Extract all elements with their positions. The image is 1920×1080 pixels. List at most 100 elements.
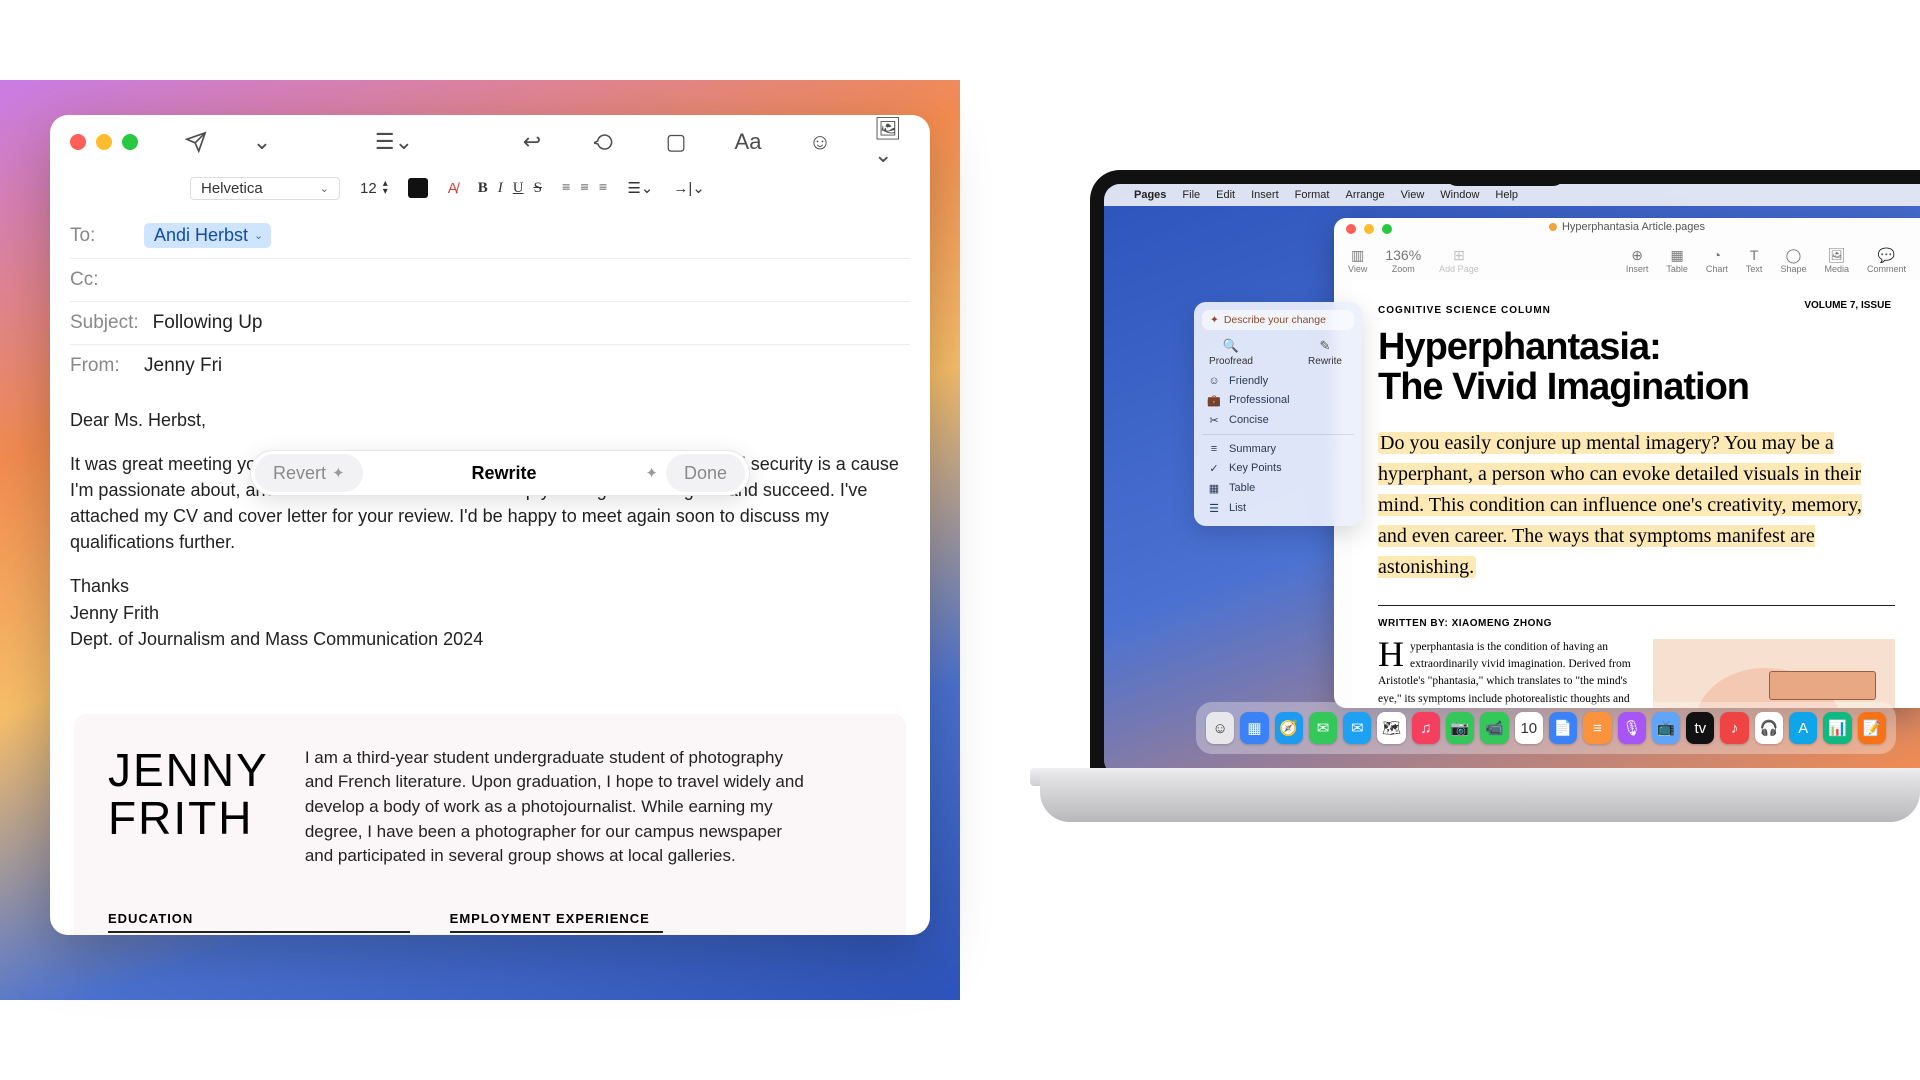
option-friendly[interactable]: ☺Friendly [1202, 371, 1354, 390]
article-illustration: ❤ [1653, 639, 1895, 708]
dock-app-16[interactable]: 🎧 [1755, 712, 1783, 744]
dock-app-14[interactable]: tv [1686, 712, 1714, 744]
email-body[interactable]: Dear Ms. Herbst, It was great meeting yo… [50, 387, 930, 690]
minimize-icon[interactable] [1364, 224, 1374, 234]
align-right-icon[interactable]: ≡ [599, 180, 607, 197]
add-page-button[interactable]: ⊞Add Page [1439, 247, 1479, 274]
document-page[interactable]: COGNITIVE SCIENCE COLUMN VOLUME 7, ISSUE… [1352, 280, 1920, 708]
rewrite-button[interactable]: ✎Rewrite [1298, 338, 1352, 367]
dock-app-0[interactable]: ☺ [1206, 712, 1234, 744]
dock-app-2[interactable]: 🧭 [1275, 712, 1303, 744]
option-summary[interactable]: ≡Summary [1202, 439, 1354, 458]
macbook: Pages File Edit Insert Format Arrange Vi… [1090, 170, 1920, 930]
table-button[interactable]: ▦Table [1666, 247, 1688, 274]
media-button[interactable]: 🖼Media [1824, 247, 1849, 274]
photo-icon[interactable]: 🖼⌄ [874, 124, 910, 160]
option-list[interactable]: ☰List [1202, 498, 1354, 518]
option-keypoints[interactable]: ✓Key Points [1202, 458, 1354, 478]
dock-app-12[interactable]: 🎙 [1618, 712, 1646, 744]
list-icon[interactable]: ☰⌄ [627, 179, 653, 197]
insert-button[interactable]: ⊕Insert [1626, 247, 1649, 274]
dock-app-3[interactable]: ✉ [1309, 712, 1337, 744]
cv-name: JENNY FRITH [108, 746, 269, 869]
attach-icon[interactable] [586, 124, 622, 160]
zoom-button[interactable]: 136%Zoom [1385, 247, 1421, 274]
menu-insert[interactable]: Insert [1251, 189, 1279, 201]
zoom-icon[interactable] [1382, 224, 1392, 234]
chart-button[interactable]: ◔Chart [1706, 247, 1728, 274]
close-icon[interactable] [70, 134, 86, 150]
align-left-icon[interactable]: ≡ [562, 180, 570, 197]
cv-education: EDUCATION Expected June 2024 BACHELOR OF… [108, 911, 410, 935]
menu-window[interactable]: Window [1440, 189, 1479, 201]
dock-app-1[interactable]: ▦ [1240, 712, 1268, 744]
clear-style-icon[interactable]: A̸ [448, 180, 458, 197]
header-fields-icon[interactable]: ☰⌄ [376, 124, 412, 160]
app-name[interactable]: Pages [1134, 189, 1166, 201]
dock-app-5[interactable]: 🗺 [1377, 712, 1405, 744]
align-center-icon[interactable]: ≡ [580, 180, 588, 197]
done-button[interactable]: Done [666, 454, 745, 492]
writing-tools-options: ☺Friendly 💼Professional ✂Concise ≡Summar… [1202, 371, 1354, 518]
writing-tools-pill: Revert ✦ Rewrite ✦ Done [250, 450, 750, 496]
dock-app-17[interactable]: A [1789, 712, 1817, 744]
cc-row[interactable]: Cc: [70, 259, 910, 302]
option-professional[interactable]: 💼Professional [1202, 390, 1354, 410]
menu-arrange[interactable]: Arrange [1345, 189, 1384, 201]
dock-app-18[interactable]: 📊 [1823, 712, 1851, 744]
emoji-icon[interactable]: ☺ [802, 124, 838, 160]
proofread-button[interactable]: 🔍Proofread [1204, 338, 1258, 367]
menu-view[interactable]: View [1401, 189, 1425, 201]
dock-app-6[interactable]: ♫ [1412, 712, 1440, 744]
dock-app-15[interactable]: ♪ [1720, 712, 1748, 744]
menu-edit[interactable]: Edit [1216, 189, 1235, 201]
magnifier-icon: 🔍 [1223, 338, 1239, 354]
text-color-swatch[interactable] [408, 178, 428, 198]
reply-icon[interactable]: ↩ [514, 124, 550, 160]
to-recipient-pill[interactable]: Andi Herbst ⌄ [144, 223, 271, 248]
text-button[interactable]: TText [1746, 247, 1763, 274]
option-concise[interactable]: ✂Concise [1202, 410, 1354, 430]
pages-window: Hyperphantasia Article.pages ▥View 136%Z… [1334, 218, 1920, 708]
dock-app-4[interactable]: ✉ [1343, 712, 1371, 744]
divider [1378, 605, 1895, 606]
format-icon[interactable]: Aa [730, 124, 766, 160]
comment-button[interactable]: 💬Comment [1867, 247, 1906, 274]
menu-format[interactable]: Format [1295, 189, 1330, 201]
describe-change-input[interactable]: ✦ Describe your change [1202, 310, 1354, 330]
markup-icon[interactable]: ▢ [658, 124, 694, 160]
send-icon[interactable] [178, 124, 214, 160]
body-column: Hyperphantasia is the condition of havin… [1378, 639, 1633, 708]
dock-app-19[interactable]: 📝 [1858, 712, 1886, 744]
bold-button[interactable]: B [478, 180, 488, 197]
subject-row[interactable]: Subject: Following Up [70, 302, 910, 345]
notch [1445, 170, 1565, 186]
from-row[interactable]: From: Jenny Fri [70, 345, 910, 387]
font-selector[interactable]: Helvetica ⌄ [190, 177, 340, 200]
italic-button[interactable]: I [498, 180, 503, 197]
view-button[interactable]: ▥View [1348, 247, 1367, 274]
shape-button[interactable]: ◯Shape [1780, 247, 1806, 274]
dock-app-7[interactable]: 📷 [1446, 712, 1474, 744]
mail-compose-window: ⌄ ☰⌄ ↩ ▢ Aa ☺ 🖼⌄ Helvetica ⌄ [50, 115, 930, 935]
underline-button[interactable]: U [513, 180, 524, 197]
menu-help[interactable]: Help [1495, 189, 1518, 201]
menu-file[interactable]: File [1182, 189, 1200, 201]
close-icon[interactable] [1346, 224, 1356, 234]
dock-app-10[interactable]: 📄 [1549, 712, 1577, 744]
dock-app-13[interactable]: 📺 [1652, 712, 1680, 744]
font-size-input[interactable]: 12 ▴▾ [360, 180, 388, 197]
to-row[interactable]: To: Andi Herbst ⌄ [70, 213, 910, 259]
dock-app-9[interactable]: 10 [1515, 712, 1543, 744]
dock-app-11[interactable]: ≡ [1583, 712, 1611, 744]
strike-button[interactable]: S [534, 180, 542, 197]
chevron-down-icon[interactable]: ⌄ [250, 124, 274, 160]
indent-icon[interactable]: →|⌄ [673, 179, 704, 197]
cv-attachment[interactable]: JENNY FRITH I am a third-year student un… [74, 714, 906, 935]
revert-button[interactable]: Revert ✦ [255, 454, 363, 492]
zoom-icon[interactable] [122, 134, 138, 150]
minimize-icon[interactable] [96, 134, 112, 150]
option-table[interactable]: ▦Table [1202, 478, 1354, 498]
laptop-screen-bezel: Pages File Edit Insert Format Arrange Vi… [1090, 170, 1920, 790]
dock-app-8[interactable]: 📹 [1480, 712, 1508, 744]
